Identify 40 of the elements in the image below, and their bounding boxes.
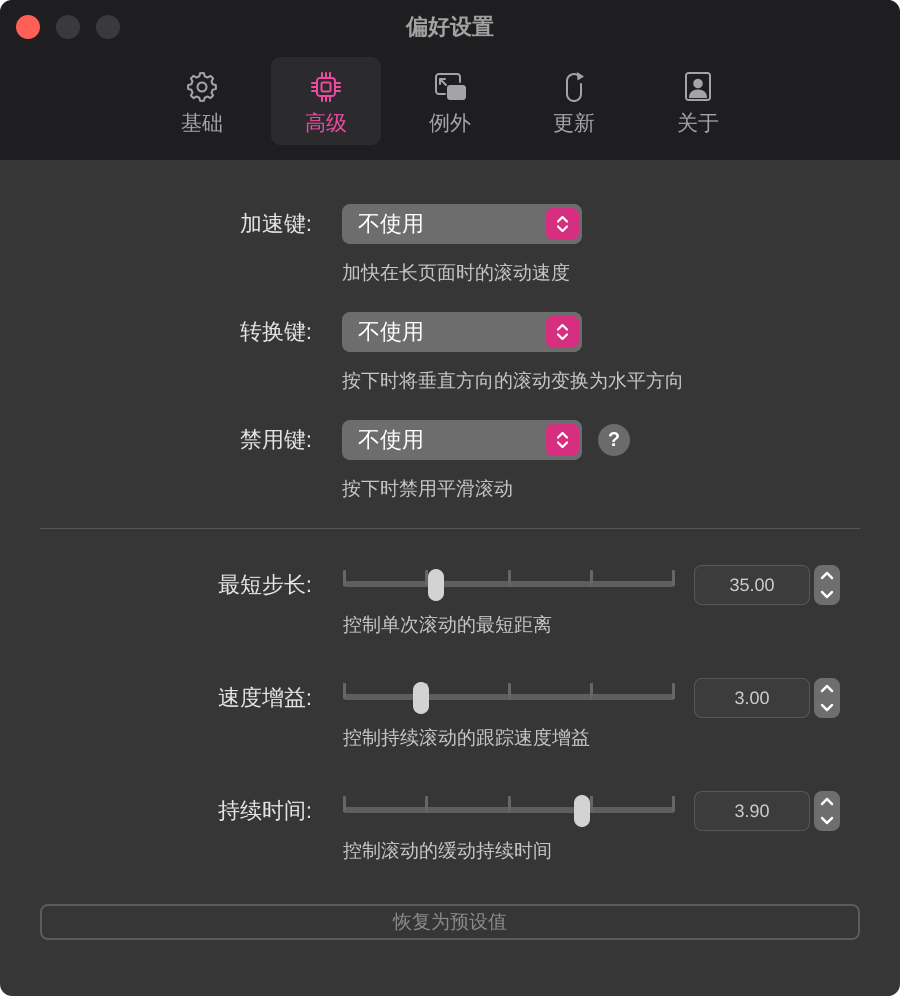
setting-description: 控制单次滚动的最短距离 bbox=[343, 614, 553, 638]
slider-track[interactable] bbox=[343, 569, 675, 601]
setting-label: 持续时间: bbox=[216, 797, 312, 825]
popup-button[interactable]: 不使用 bbox=[342, 420, 582, 460]
slider-thumb[interactable] bbox=[574, 795, 590, 827]
close-button[interactable] bbox=[16, 15, 40, 39]
setting-description: 控制持续滚动的跟踪速度增益 bbox=[343, 727, 591, 751]
popup-button[interactable]: 不使用 bbox=[342, 204, 582, 244]
setting-description: 加快在长页面时的滚动速度 bbox=[342, 262, 571, 286]
slider-thumb[interactable] bbox=[428, 569, 444, 601]
tab[interactable]: 例外 bbox=[395, 57, 505, 145]
setting-label: 速度增益: bbox=[216, 684, 312, 712]
popup-button[interactable]: 不使用 bbox=[342, 312, 582, 352]
setting-description: 按下时禁用平滑滚动 bbox=[342, 478, 514, 502]
tab[interactable]: 更新 bbox=[519, 57, 629, 145]
setting-label: 最短步长: bbox=[216, 571, 312, 599]
tab[interactable]: 关于 bbox=[643, 57, 753, 145]
setting-label: 转换键: bbox=[238, 318, 312, 346]
setting-label: 加速键: bbox=[238, 210, 312, 238]
setting-label: 禁用键: bbox=[238, 426, 312, 454]
slider-track[interactable] bbox=[343, 682, 675, 714]
number-field[interactable]: 3.90 bbox=[694, 791, 810, 831]
up-down-chevron-icon bbox=[546, 424, 579, 456]
up-down-chevron-icon bbox=[546, 316, 579, 348]
setting-description: 控制滚动的缓动持续时间 bbox=[343, 840, 553, 864]
stepper-control[interactable] bbox=[814, 565, 840, 605]
window-title: 偏好设置 bbox=[406, 13, 494, 41]
tab[interactable]: 高级 bbox=[271, 57, 381, 145]
up-down-chevron-icon bbox=[546, 208, 579, 240]
stepper-control[interactable] bbox=[814, 791, 840, 831]
gear-icon bbox=[185, 70, 219, 104]
help-button[interactable]: ? bbox=[598, 424, 630, 456]
slider-thumb[interactable] bbox=[412, 682, 429, 714]
number-field[interactable]: 3.00 bbox=[694, 678, 810, 718]
number-field[interactable]: 35.00 bbox=[694, 565, 810, 605]
stepper-control[interactable] bbox=[814, 678, 840, 718]
setting-description: 按下时将垂直方向的滚动变换为水平方向 bbox=[342, 370, 685, 394]
tab[interactable]: 基础 bbox=[147, 57, 257, 145]
chip-icon bbox=[309, 70, 343, 104]
slider-track[interactable] bbox=[343, 795, 675, 827]
